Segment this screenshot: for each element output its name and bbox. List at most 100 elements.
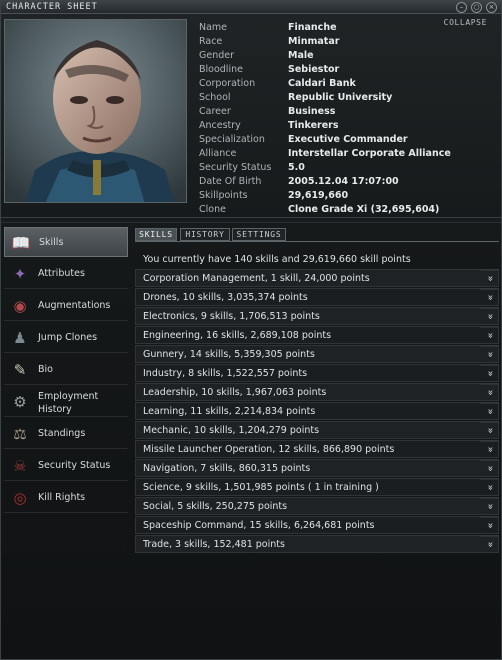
skill-group-row[interactable]: Gunnery, 14 skills, 5,359,305 points » <box>135 345 499 363</box>
expand-chevron-icon[interactable]: » <box>480 421 499 439</box>
info-label: School <box>199 92 231 103</box>
sidebar-label-line2: History <box>38 404 72 415</box>
section-divider[interactable] <box>1 217 501 223</box>
jump-clones-icon: ♟ <box>13 329 27 347</box>
info-value: Republic University <box>288 92 393 103</box>
info-label: Corporation <box>199 78 256 89</box>
skill-group-row[interactable]: Learning, 11 skills, 2,214,834 points » <box>135 402 499 420</box>
sidebar-item-label: Security Status <box>38 460 111 471</box>
skill-group-row[interactable]: Science, 9 skills, 1,501,985 points ( 1 … <box>135 478 499 496</box>
sidebar-item-label: Standings <box>38 428 86 439</box>
expand-chevron-icon[interactable]: » <box>480 345 499 363</box>
skill-group-text: Science, 9 skills, 1,501,985 points ( 1 … <box>143 482 379 493</box>
sidebar-item-security-status[interactable]: ☠ Security Status <box>4 451 128 481</box>
expand-chevron-icon[interactable]: » <box>480 383 499 401</box>
skill-group-row[interactable]: Missile Launcher Operation, 12 skills, 8… <box>135 440 499 458</box>
info-label: Specialization <box>199 134 265 145</box>
info-label: Gender <box>199 50 235 61</box>
expand-chevron-icon[interactable]: » <box>480 440 499 458</box>
info-value: Caldari Bank <box>288 78 356 89</box>
skill-group-row[interactable]: Drones, 10 skills, 3,035,374 points » <box>135 288 499 306</box>
info-value: Tinkerers <box>288 120 339 131</box>
attributes-icon: ✦ <box>13 265 27 283</box>
expand-chevron-icon[interactable]: » <box>480 288 499 306</box>
sidebar-item-attributes[interactable]: ✦ Attributes <box>4 259 128 289</box>
expand-chevron-icon[interactable]: » <box>480 307 499 325</box>
expand-chevron-icon[interactable]: » <box>480 459 499 477</box>
sidebar-label-line1: Employment <box>38 391 99 402</box>
expand-chevron-icon[interactable]: » <box>480 497 499 515</box>
minimize-icon[interactable]: – <box>456 2 467 13</box>
info-value: Sebiestor <box>288 64 340 75</box>
expand-chevron-icon[interactable]: » <box>480 269 499 287</box>
info-label: Skillpoints <box>199 190 248 201</box>
skill-group-row[interactable]: Trade, 3 skills, 152,481 points » <box>135 535 499 553</box>
expand-chevron-icon[interactable]: » <box>480 402 499 420</box>
skill-group-text: Social, 5 skills, 250,275 points <box>143 501 288 512</box>
info-value: Male <box>288 50 314 61</box>
security-status-icon: ☠ <box>13 457 27 475</box>
skill-group-text: Missile Launcher Operation, 12 skills, 8… <box>143 444 395 455</box>
info-label: Date Of Birth <box>199 176 262 187</box>
tab-history[interactable]: HISTORY <box>180 228 230 241</box>
expand-chevron-icon[interactable]: » <box>480 478 499 496</box>
expand-chevron-icon[interactable]: » <box>480 516 499 534</box>
info-value: Finanche <box>288 22 337 33</box>
skill-group-text: Leadership, 10 skills, 1,967,063 points <box>143 387 327 398</box>
info-label: Bloodline <box>199 64 243 75</box>
window-title: CHARACTER SHEET <box>6 2 98 12</box>
info-label: Security Status <box>199 162 272 173</box>
expand-chevron-icon[interactable]: » <box>480 326 499 344</box>
tab-underline <box>135 241 499 242</box>
kill-rights-icon: ◎ <box>13 489 27 507</box>
sidebar-item-employment[interactable]: ⚙ Employment History <box>4 387 128 417</box>
sidebar-item-bio[interactable]: ✎ Bio <box>4 355 128 385</box>
sidebar-item-label: Jump Clones <box>38 332 98 343</box>
skills-summary: You currently have 140 skills and 29,619… <box>143 254 411 265</box>
skill-group-text: Trade, 3 skills, 152,481 points <box>143 539 285 550</box>
info-label: Clone <box>199 204 226 215</box>
skill-group-row[interactable]: Spaceship Command, 15 skills, 6,264,681 … <box>135 516 499 534</box>
close-icon[interactable]: × <box>486 2 497 13</box>
skill-group-row[interactable]: Electronics, 9 skills, 1,706,513 points » <box>135 307 499 325</box>
skill-group-text: Mechanic, 10 skills, 1,204,279 points <box>143 425 320 436</box>
info-label: Career <box>199 106 231 117</box>
info-value: Minmatar <box>288 36 340 47</box>
skill-group-text: Drones, 10 skills, 3,035,374 points <box>143 292 308 303</box>
info-value: Executive Commander <box>288 134 408 145</box>
skill-group-text: Learning, 11 skills, 2,214,834 points <box>143 406 316 417</box>
skill-group-row[interactable]: Industry, 8 skills, 1,522,557 points » <box>135 364 499 382</box>
augmentations-icon: ◉ <box>13 297 27 315</box>
skill-group-row[interactable]: Corporation Management, 1 skill, 24,000 … <box>135 269 499 287</box>
skill-group-text: Navigation, 7 skills, 860,315 points <box>143 463 311 474</box>
skill-group-text: Electronics, 9 skills, 1,706,513 points <box>143 311 320 322</box>
sidebar-item-skills[interactable]: 📖 Skills <box>4 227 128 257</box>
sidebar-item-standings[interactable]: ⚖ Standings <box>4 419 128 449</box>
sidebar-item-label: Attributes <box>38 268 85 279</box>
collapse-button[interactable]: COLLAPSE <box>444 18 487 27</box>
info-value: 5.0 <box>288 162 305 173</box>
expand-chevron-icon[interactable]: » <box>480 535 499 553</box>
skill-group-row[interactable]: Social, 5 skills, 250,275 points » <box>135 497 499 515</box>
skill-group-text: Spaceship Command, 15 skills, 6,264,681 … <box>143 520 375 531</box>
tab-settings[interactable]: SETTINGS <box>232 228 286 241</box>
skill-group-row[interactable]: Leadership, 10 skills, 1,967,063 points » <box>135 383 499 401</box>
character-sheet-window: CHARACTER SHEET – ○ × COLLAPSE Name Fina… <box>0 0 502 660</box>
info-value: Interstellar Corporate Alliance <box>288 148 451 159</box>
skill-group-row[interactable]: Navigation, 7 skills, 860,315 points » <box>135 459 499 477</box>
skill-group-text: Corporation Management, 1 skill, 24,000 … <box>143 273 370 284</box>
expand-chevron-icon[interactable]: » <box>480 364 499 382</box>
sidebar-item-label: Skills <box>39 237 64 248</box>
info-label: Race <box>199 36 223 47</box>
skill-group-row[interactable]: Engineering, 16 skills, 2,689,108 points… <box>135 326 499 344</box>
title-bar[interactable]: CHARACTER SHEET – ○ × <box>1 1 501 14</box>
character-portrait <box>4 19 187 203</box>
sidebar-item-jump-clones[interactable]: ♟ Jump Clones <box>4 323 128 353</box>
sidebar-item-kill-rights[interactable]: ◎ Kill Rights <box>4 483 128 513</box>
skill-group-row[interactable]: Mechanic, 10 skills, 1,204,279 points » <box>135 421 499 439</box>
tab-skills[interactable]: SKILLS <box>135 228 177 241</box>
info-value: Business <box>288 106 336 117</box>
info-value: Clone Grade Xi (32,695,604) <box>288 204 440 215</box>
sidebar-item-augmentations[interactable]: ◉ Augmentations <box>4 291 128 321</box>
options-icon[interactable]: ○ <box>471 2 482 13</box>
